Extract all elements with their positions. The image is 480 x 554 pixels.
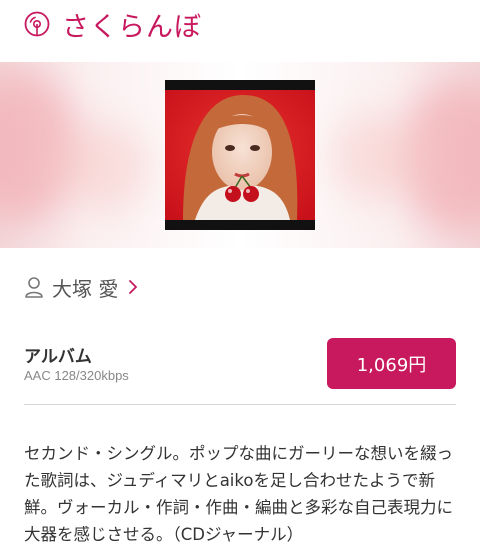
product-type-label: アルバム bbox=[24, 347, 92, 367]
chevron-right-icon bbox=[129, 280, 138, 294]
audio-format-text: AAC 128/320kbps bbox=[24, 368, 129, 383]
artist-link[interactable]: 大塚 愛 bbox=[24, 270, 138, 304]
artist-name: 大塚 愛 bbox=[52, 276, 119, 301]
person-icon bbox=[25, 277, 43, 298]
album-cover bbox=[165, 80, 315, 230]
disc-icon bbox=[24, 11, 50, 37]
divider bbox=[24, 404, 456, 405]
album-description: セカンド・シングル。ポップな曲にガーリーな想いを綴った歌詞は、ジュディマリとai… bbox=[24, 444, 453, 544]
page-header: さくらんぼ bbox=[0, 0, 480, 60]
buy-price-button[interactable]: 1,069円 bbox=[327, 338, 456, 389]
page-title: さくらんぼ bbox=[62, 12, 202, 43]
album-cover-art bbox=[165, 90, 315, 220]
